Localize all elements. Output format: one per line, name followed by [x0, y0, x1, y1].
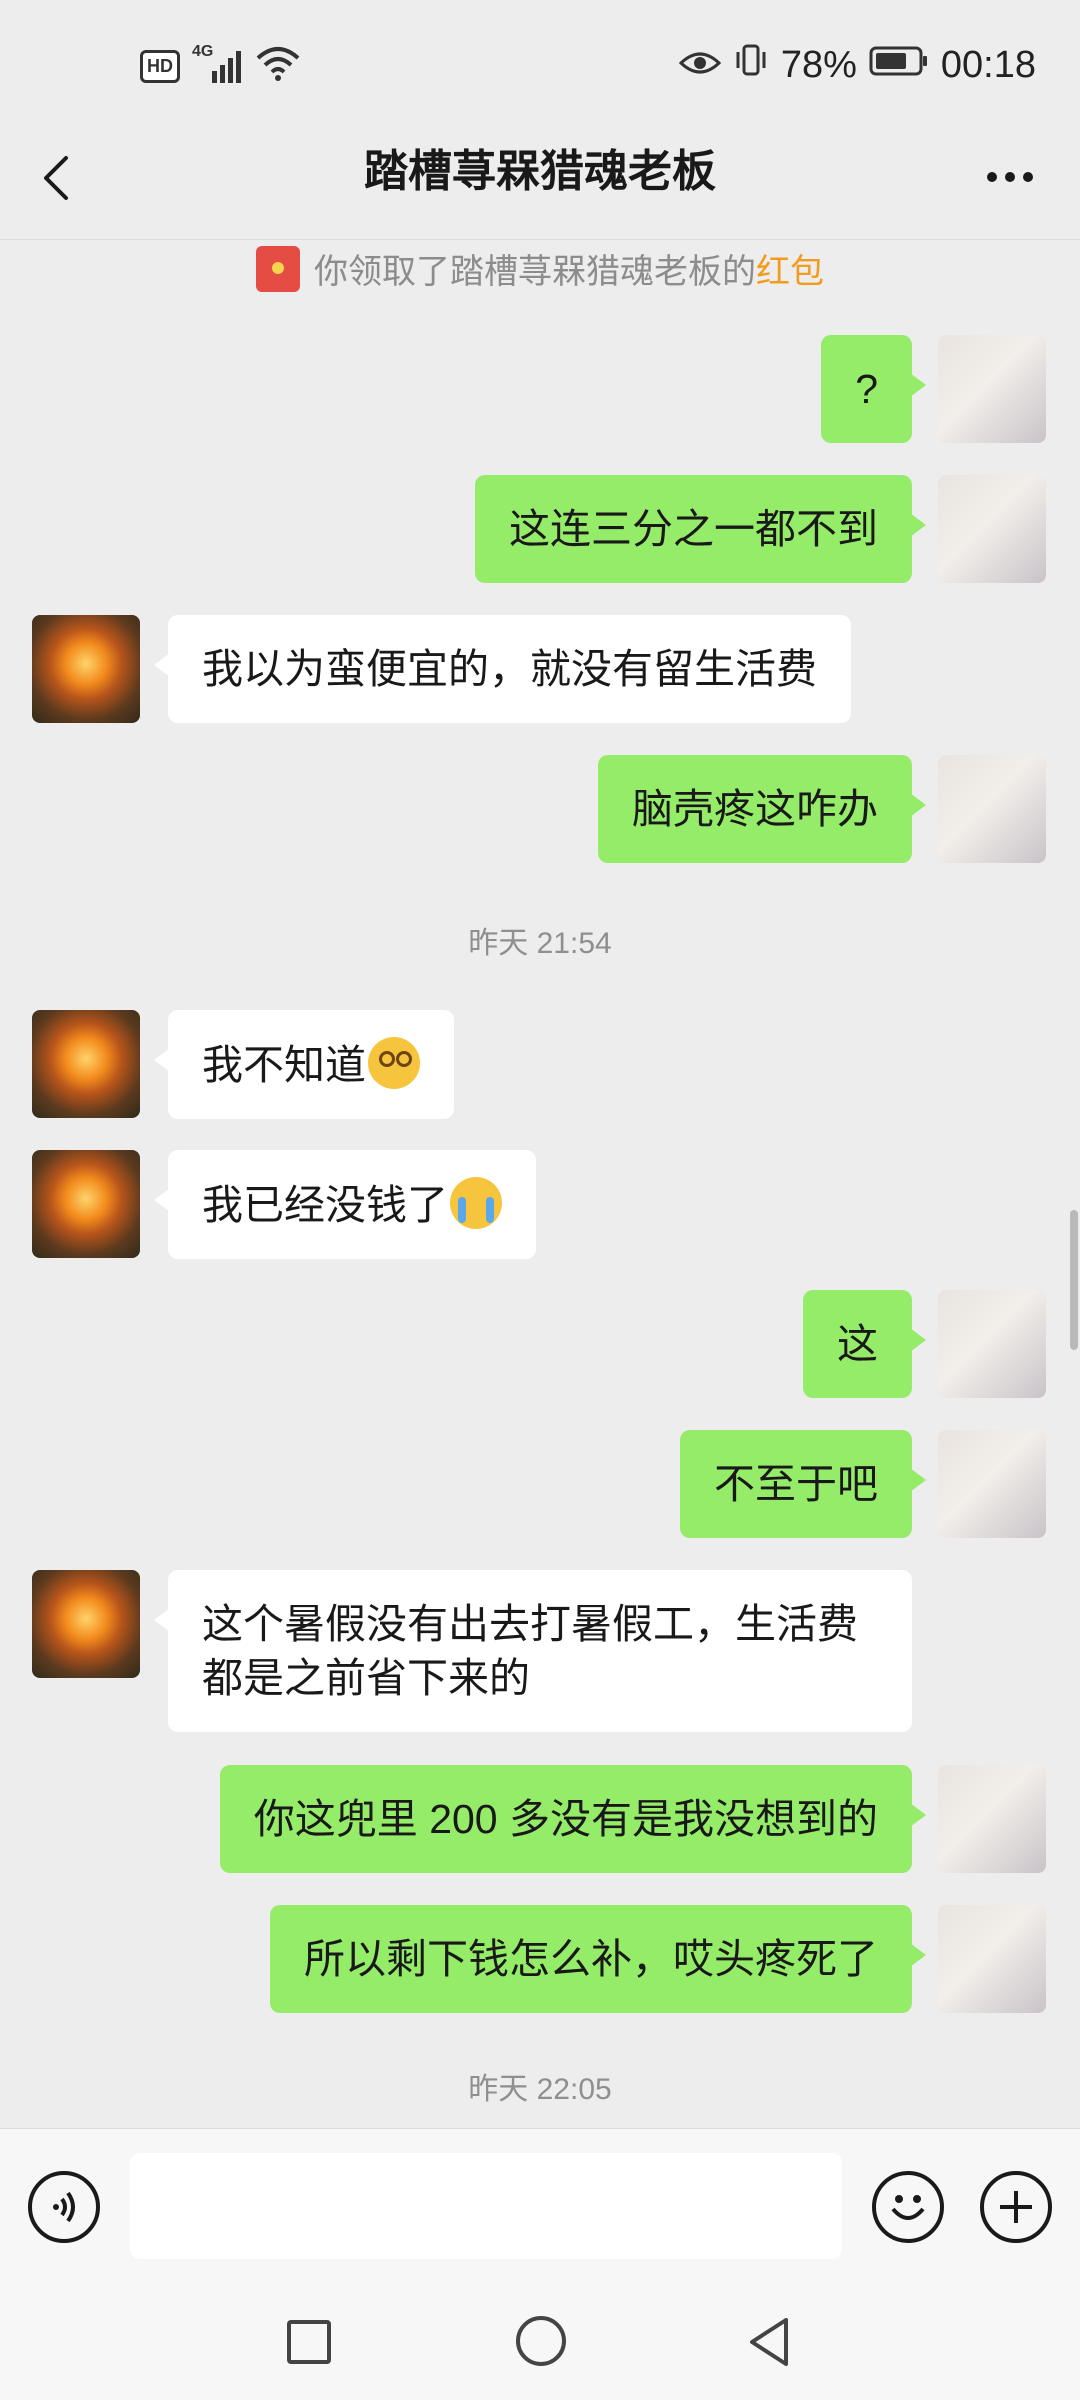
dizzy-face-emoji-icon	[368, 1037, 420, 1089]
contact-avatar[interactable]	[32, 615, 140, 723]
eye-icon	[678, 44, 722, 87]
wifi-icon	[256, 46, 300, 87]
voice-button[interactable]	[28, 2171, 100, 2243]
status-bar: HD 4G 78% 00:18	[0, 0, 1080, 130]
more-horizontal-icon	[987, 172, 1033, 182]
message-text: 所以剩下钱怎么补，哎头疼死了	[304, 1936, 878, 1982]
my-avatar[interactable]	[938, 755, 1046, 863]
notice-text: 你领取了踏槽荨槑猎魂老板的	[314, 253, 756, 291]
message-input[interactable]	[130, 2153, 842, 2259]
message-bubble-me[interactable]: ?	[821, 335, 926, 443]
contact-avatar[interactable]	[32, 1570, 140, 1678]
message-text: 我以为蛮便宜的，就没有留生活费	[202, 646, 817, 692]
message-text: 你这兜里 200 多没有是我没想到的	[253, 1796, 878, 1842]
scrollbar[interactable]	[1070, 1210, 1078, 1350]
crying-face-emoji-icon	[450, 1177, 502, 1229]
signal-icon: 4G	[192, 43, 244, 85]
nav-back-button[interactable]	[742, 2314, 798, 2370]
my-avatar[interactable]	[938, 1290, 1046, 1398]
my-avatar[interactable]	[938, 1765, 1046, 1873]
message-bubble-me[interactable]: 脑壳疼这咋办	[598, 755, 926, 863]
message-bubble-other[interactable]: 我以为蛮便宜的，就没有留生活费	[154, 615, 851, 723]
chat-header: 踏槽荨槑猎魂老板	[0, 120, 1080, 240]
emoji-icon	[891, 2195, 925, 2220]
message-text: 这	[837, 1321, 878, 1367]
clock: 00:18	[940, 43, 1036, 86]
more-button[interactable]	[978, 152, 1042, 202]
red-packet-notice: 你领取了踏槽荨槑猎魂老板的红包	[0, 244, 1080, 300]
chat-screen: HD 4G 78% 00:18 踏槽荨槑猎魂老板 你领取了踏槽荨槑猎魂老板的红包…	[0, 0, 1080, 2400]
battery-icon	[869, 44, 929, 87]
message-bubble-me[interactable]: 不至于吧	[680, 1430, 926, 1538]
message-text: 我已经没钱了	[202, 1182, 448, 1228]
back-button[interactable]	[30, 148, 90, 208]
my-avatar[interactable]	[938, 1430, 1046, 1538]
more-functions-button[interactable]	[980, 2171, 1052, 2243]
system-nav-bar	[0, 2284, 1080, 2400]
chevron-left-icon	[44, 156, 68, 200]
message-bubble-other[interactable]: 我不知道	[154, 1010, 454, 1119]
triangle-back-icon	[750, 2318, 788, 2366]
voice-icon	[53, 2191, 75, 2223]
message-bubble-me[interactable]: 这连三分之一都不到	[475, 475, 926, 583]
message-bubble-me[interactable]: 这	[803, 1290, 926, 1398]
red-packet-icon	[256, 246, 300, 292]
battery-percent: 78%	[780, 43, 857, 86]
status-left: HD 4G	[140, 43, 300, 87]
my-avatar[interactable]	[938, 475, 1046, 583]
message-bubble-other[interactable]: 我已经没钱了	[154, 1150, 536, 1259]
timestamp: 昨天 21:54	[468, 927, 612, 960]
input-bar	[0, 2128, 1080, 2284]
home-button[interactable]	[516, 2316, 566, 2366]
message-bubble-me[interactable]: 你这兜里 200 多没有是我没想到的	[219, 1765, 927, 1873]
chat-title: 踏槽荨槑猎魂老板	[364, 147, 716, 196]
contact-avatar[interactable]	[32, 1150, 140, 1258]
message-text: 这个暑假没有出去打暑假工，生活费都是之前省下来的	[202, 1601, 858, 1701]
message-text: ?	[855, 366, 878, 412]
message-text: 不至于吧	[714, 1461, 878, 1507]
message-bubble-me[interactable]: 所以剩下钱怎么补，哎头疼死了	[270, 1905, 926, 2013]
plus-icon	[1000, 2191, 1032, 2223]
status-right: 78% 00:18	[678, 42, 1036, 88]
vibrate-icon	[733, 42, 769, 88]
red-packet-link[interactable]: 红包	[756, 253, 824, 291]
message-text: 这连三分之一都不到	[509, 506, 878, 552]
timestamp: 昨天 22:05	[468, 2073, 612, 2106]
emoji-button[interactable]	[872, 2171, 944, 2243]
contact-avatar[interactable]	[32, 1010, 140, 1118]
my-avatar[interactable]	[938, 1905, 1046, 2013]
recent-apps-button[interactable]	[287, 2320, 331, 2364]
my-avatar[interactable]	[938, 335, 1046, 443]
message-text: 我不知道	[202, 1042, 366, 1088]
hd-icon: HD	[140, 50, 180, 83]
message-text: 脑壳疼这咋办	[632, 786, 878, 832]
message-bubble-other[interactable]: 这个暑假没有出去打暑假工，生活费都是之前省下来的	[154, 1570, 912, 1732]
